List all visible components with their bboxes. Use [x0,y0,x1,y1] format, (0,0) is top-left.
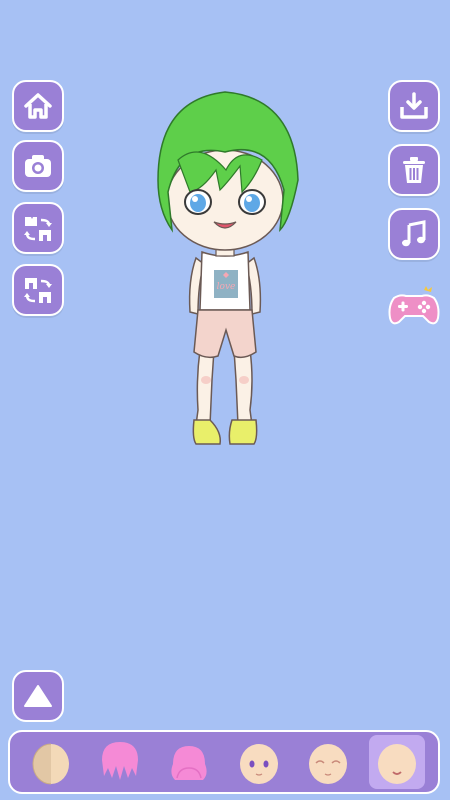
trash-icon [403,157,425,183]
download-button[interactable] [388,80,440,132]
swap-bottom-button[interactable] [12,264,64,316]
skin-tone-icon [32,743,69,785]
tab-skin-tone[interactable] [23,735,79,789]
music-button[interactable] [388,208,440,260]
front-hair-icon [101,742,138,780]
camera-icon [25,155,51,177]
shirt: love [199,250,251,311]
tab-eyebrows[interactable] [300,735,356,789]
expand-button[interactable] [12,670,64,722]
tab-back-hair[interactable] [161,735,217,789]
mouth-icon [378,744,417,784]
shirt-text: love [217,282,236,292]
music-icon [402,220,426,247]
gamepad-button[interactable] [386,284,442,330]
trash-button[interactable] [388,144,440,196]
tab-front-hair[interactable] [92,735,148,789]
home-button[interactable] [12,80,64,132]
download-icon [400,92,428,119]
character-figure[interactable]: love [130,80,320,460]
category-bar [8,730,440,794]
eyebrows-icon [308,744,347,784]
camera-button[interactable] [12,140,64,192]
back-hair-icon [171,746,207,780]
shorts [193,309,257,359]
gamepad-icon [388,286,440,325]
swap-bottom-icon [24,278,52,303]
triangle-up-icon [24,685,52,707]
shoes [192,419,258,445]
swap-top-button[interactable] [12,202,64,254]
swap-top-icon [24,217,52,241]
home-icon [24,93,52,119]
head [157,91,299,251]
legs [195,349,253,426]
tab-mouth[interactable] [369,735,426,789]
eyes-icon [239,744,278,784]
tab-eyes[interactable] [231,735,287,789]
